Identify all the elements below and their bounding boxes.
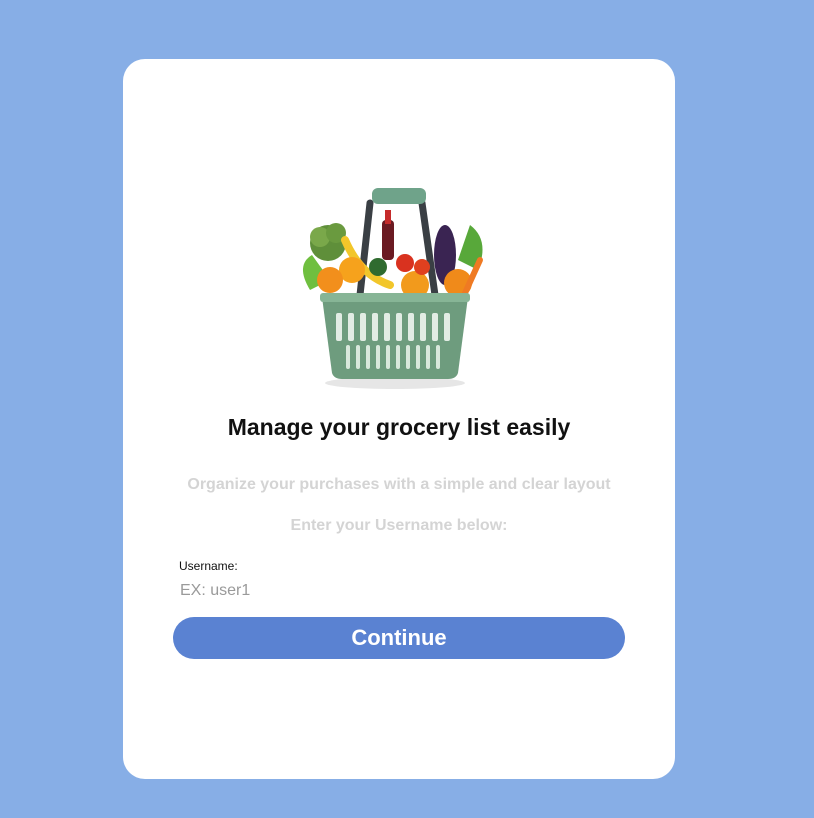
username-instruction: Enter your Username below: [290, 517, 508, 534]
continue-button[interactable]: Continue [173, 617, 625, 659]
username-input[interactable] [176, 578, 622, 604]
grocery-basket-icon [290, 185, 500, 400]
page-title: Manage your grocery list easily [227, 414, 571, 440]
username-label: Username: [179, 559, 238, 573]
page-subtitle: Organize your purchases with a simple an… [187, 476, 611, 493]
